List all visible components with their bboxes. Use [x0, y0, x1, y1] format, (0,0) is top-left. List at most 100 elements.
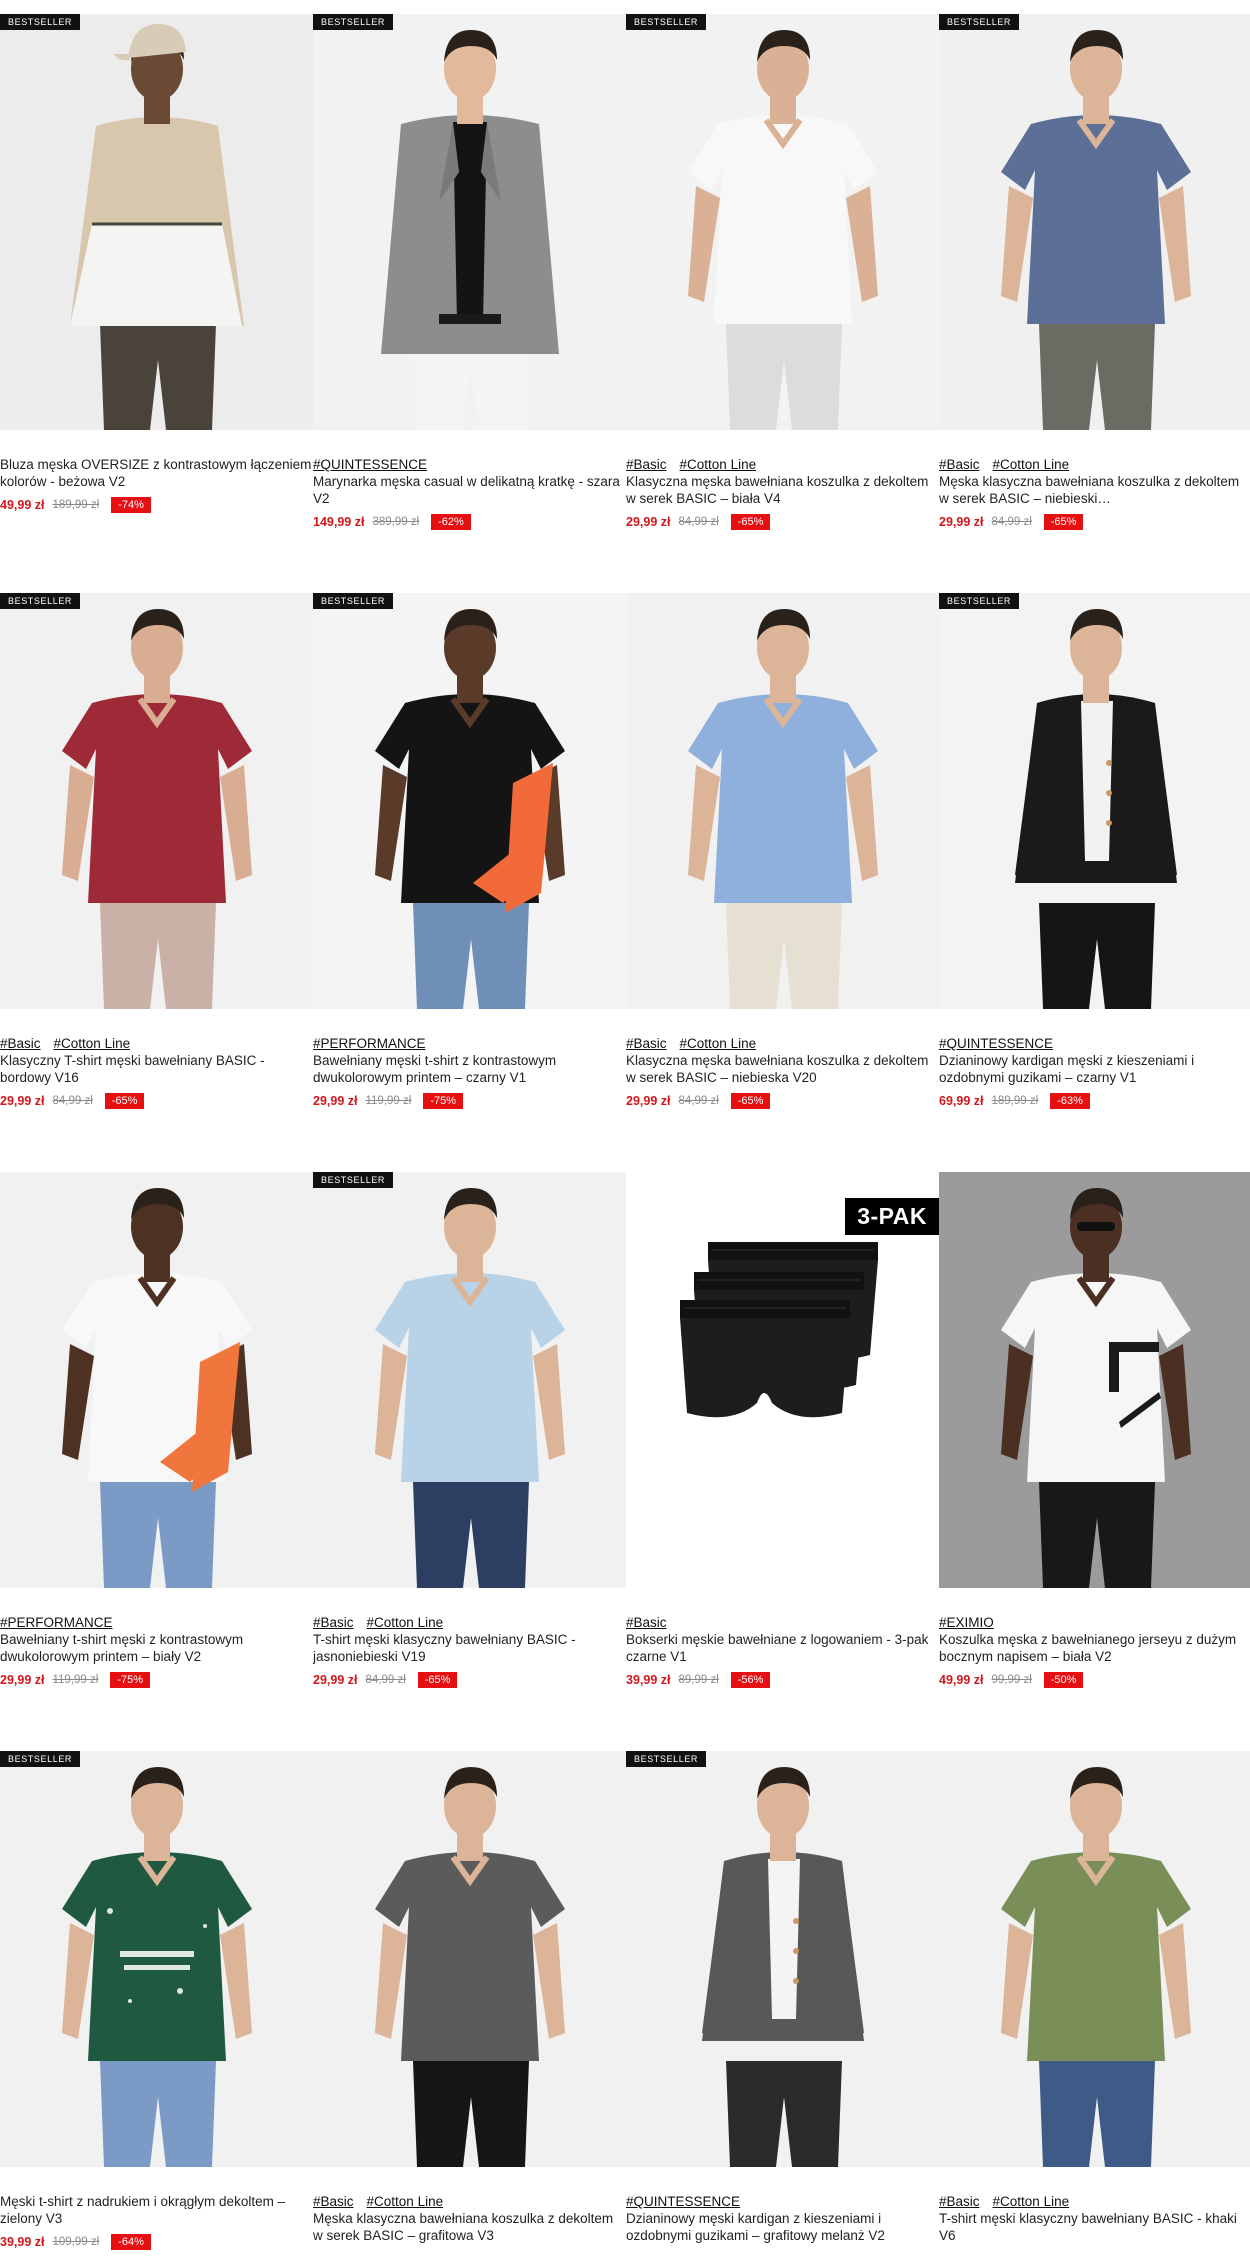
product-title-link[interactable]: Bawełniany męski t-shirt z kontrastowym …	[313, 1052, 626, 1086]
collection-tag-link[interactable]: #EXIMIO	[939, 1615, 994, 1630]
collection-tag-link[interactable]: #Cotton Line	[680, 457, 757, 472]
original-price: 389,99 zł	[372, 516, 420, 528]
collection-tag-link[interactable]: #Cotton Line	[680, 1036, 757, 1051]
product-image[interactable]	[0, 14, 313, 430]
product-info: #Basic #Cotton Line Klasyczny T-shirt męsk…	[0, 1035, 313, 1110]
product-photo-illustration	[939, 593, 1250, 1009]
product-image[interactable]	[626, 1751, 939, 2167]
discount-badge: -62%	[431, 514, 471, 530]
original-price: 84,99 zł	[678, 1095, 719, 1107]
product-card[interactable]: BESTSELLER Męski t-shirt z nadrukiem i ok…	[0, 1751, 313, 2259]
discount-badge: -64%	[111, 2234, 151, 2250]
product-card[interactable]: BESTSELLER #Basic #Cotton Line Klasyczna mę…	[626, 14, 939, 574]
product-title-link[interactable]: Bluza męska OVERSIZE z kontrastowym łącz…	[0, 456, 313, 490]
original-price: 84,99 zł	[991, 516, 1032, 528]
price-row	[313, 2250, 626, 2259]
product-card[interactable]: #Basic #Cotton Line Męska klasyczna bawełn…	[313, 1751, 626, 2259]
product-card[interactable]: BESTSELLER #QUINTESSENCE Dzianinowy kardig…	[939, 593, 1250, 1153]
product-title-link[interactable]: Klasyczna męska bawełniana koszulka z de…	[626, 473, 939, 507]
product-tags: #QUINTESSENCE	[939, 1035, 1250, 1052]
product-card[interactable]: BESTSELLER #Basic #Cotton Line Męska klasyc…	[939, 14, 1250, 574]
product-tags: #QUINTESSENCE	[313, 456, 626, 473]
product-tags: #Basic #Cotton Line	[939, 2193, 1250, 2210]
product-card[interactable]: #Basic #Cotton Line Klasyczna męska bawełn…	[626, 593, 939, 1153]
product-photo-illustration	[0, 1751, 313, 2167]
collection-tag-link[interactable]: #Basic	[626, 457, 667, 472]
product-title-link[interactable]: T-shirt męski klasyczny bawełniany BASIC…	[939, 2210, 1250, 2244]
collection-tag-link[interactable]: #Basic	[626, 1036, 667, 1051]
sale-price: 69,99 zł	[939, 1094, 984, 1108]
product-image[interactable]	[939, 1751, 1250, 2167]
product-card[interactable]: BESTSELLER #QUINTESSENCE Marynarka męska c…	[313, 14, 626, 574]
product-title-link[interactable]: Koszulka męska z bawełnianego jerseyu z …	[939, 1631, 1250, 1665]
product-info: #Basic #Cotton Line Klasyczna męska bawełn…	[626, 1035, 939, 1110]
price-row: 69,99 zł 189,99 zł -63%	[939, 1092, 1250, 1110]
collection-tag-link[interactable]: #Cotton Line	[54, 1036, 131, 1051]
collection-tag-link[interactable]: #QUINTESSENCE	[313, 457, 427, 472]
price-row: 49,99 zł 99,99 zł -50%	[939, 1671, 1250, 1689]
product-info: #Basic #Cotton Line Klasyczna męska bawełn…	[626, 456, 939, 531]
collection-tag-link[interactable]: #Cotton Line	[993, 2194, 1070, 2209]
product-card[interactable]: #PERFORMANCE Bawełniany t-shirt męski z k…	[0, 1172, 313, 1732]
collection-tag-link[interactable]: #Basic	[939, 2194, 980, 2209]
collection-tag-link[interactable]: #QUINTESSENCE	[626, 2194, 740, 2209]
bestseller-badge: BESTSELLER	[313, 593, 394, 609]
original-price: 109,99 zł	[52, 2236, 100, 2248]
product-title-link[interactable]: Dzianinowy kardigan męski z kieszeniami …	[939, 1052, 1250, 1086]
product-title-link[interactable]: Marynarka męska casual w delikatną kratk…	[313, 473, 626, 507]
product-card[interactable]: BESTSELLER #QUINTESSENCE Dzianinowy męski …	[626, 1751, 939, 2259]
sale-price: 49,99 zł	[0, 498, 45, 512]
collection-tag-link[interactable]: #Basic	[0, 1036, 41, 1051]
product-title-link[interactable]: T-shirt męski klasyczny bawełniany BASIC…	[313, 1631, 626, 1665]
discount-badge: -65%	[104, 1093, 145, 1109]
collection-tag-link[interactable]: #Cotton Line	[367, 2194, 444, 2209]
product-image[interactable]	[626, 593, 939, 1009]
product-title-link[interactable]: Bokserki męskie bawełniane z logowaniem …	[626, 1631, 939, 1665]
product-title-link[interactable]: Męska klasyczna bawełniana koszulka z de…	[313, 2210, 626, 2244]
product-card[interactable]: BESTSELLER Bluza męska OVERSIZE z kontras…	[0, 14, 313, 574]
product-card[interactable]: 3-PAK #Basic Bokserki męskie bawełniane z …	[626, 1172, 939, 1732]
product-card[interactable]: #Basic #Cotton Line T-shirt męski klasyczn…	[939, 1751, 1250, 2259]
sale-price: 29,99 zł	[313, 1673, 358, 1687]
product-card[interactable]: BESTSELLER #PERFORMANCE Bawełniany męski t…	[313, 593, 626, 1153]
product-image[interactable]	[939, 1172, 1250, 1588]
product-image[interactable]	[0, 1751, 313, 2167]
collection-tag-link[interactable]: #QUINTESSENCE	[939, 1036, 1053, 1051]
product-image[interactable]	[939, 593, 1250, 1009]
product-image[interactable]	[313, 593, 626, 1009]
collection-tag-link[interactable]: #Cotton Line	[993, 457, 1070, 472]
collection-tag-link[interactable]: #Cotton Line	[367, 1615, 444, 1630]
product-title-link[interactable]: Dzianinowy męski kardigan z kieszeniami …	[626, 2210, 939, 2244]
product-image[interactable]	[313, 1751, 626, 2167]
product-card[interactable]: #EXIMIO Koszulka męska z bawełnianego jer…	[939, 1172, 1250, 1732]
product-card[interactable]: BESTSELLER #Basic #Cotton Line Klasyczny T-…	[0, 593, 313, 1153]
product-title-link[interactable]: Męska klasyczna bawełniana koszulka z de…	[939, 473, 1250, 507]
collection-tag-link[interactable]: #Basic	[939, 457, 980, 472]
product-image[interactable]	[626, 14, 939, 430]
product-title-link[interactable]: Męski t-shirt z nadrukiem i okrągłym dek…	[0, 2193, 313, 2227]
collection-tag-link[interactable]: #Basic	[626, 1615, 667, 1630]
collection-tag-link[interactable]: #Basic	[313, 2194, 354, 2209]
product-image[interactable]	[313, 1172, 626, 1588]
product-title-link[interactable]: Bawełniany t-shirt męski z kontrastowym …	[0, 1631, 313, 1665]
product-card[interactable]: BESTSELLER #Basic #Cotton Line T-shirt męsk…	[313, 1172, 626, 1732]
product-info: #QUINTESSENCE Marynarka męska casual w de…	[313, 456, 626, 531]
original-price: 189,99 zł	[52, 499, 100, 511]
discount-badge: -56%	[730, 1672, 771, 1688]
product-image[interactable]	[0, 1172, 313, 1588]
price-row: 29,99 zł 119,99 zł -75%	[0, 1671, 313, 1689]
collection-tag-link[interactable]: #PERFORMANCE	[313, 1036, 426, 1051]
product-image[interactable]	[0, 593, 313, 1009]
collection-tag-link[interactable]: #Basic	[313, 1615, 354, 1630]
price-row: 29,99 zł 84,99 zł -65%	[626, 513, 939, 531]
product-image[interactable]	[939, 14, 1250, 430]
price-row	[626, 2250, 939, 2259]
price-row: 49,99 zł 189,99 zł -74%	[0, 496, 313, 514]
product-title-link[interactable]: Klasyczny T-shirt męski bawełniany BASIC…	[0, 1052, 313, 1086]
product-photo-illustration	[313, 14, 626, 430]
product-info: #Basic Bokserki męskie bawełniane z logow…	[626, 1614, 939, 1689]
product-title-link[interactable]: Klasyczna męska bawełniana koszulka z de…	[626, 1052, 939, 1086]
product-image[interactable]	[313, 14, 626, 430]
sale-price: 29,99 zł	[939, 515, 984, 529]
collection-tag-link[interactable]: #PERFORMANCE	[0, 1615, 113, 1630]
